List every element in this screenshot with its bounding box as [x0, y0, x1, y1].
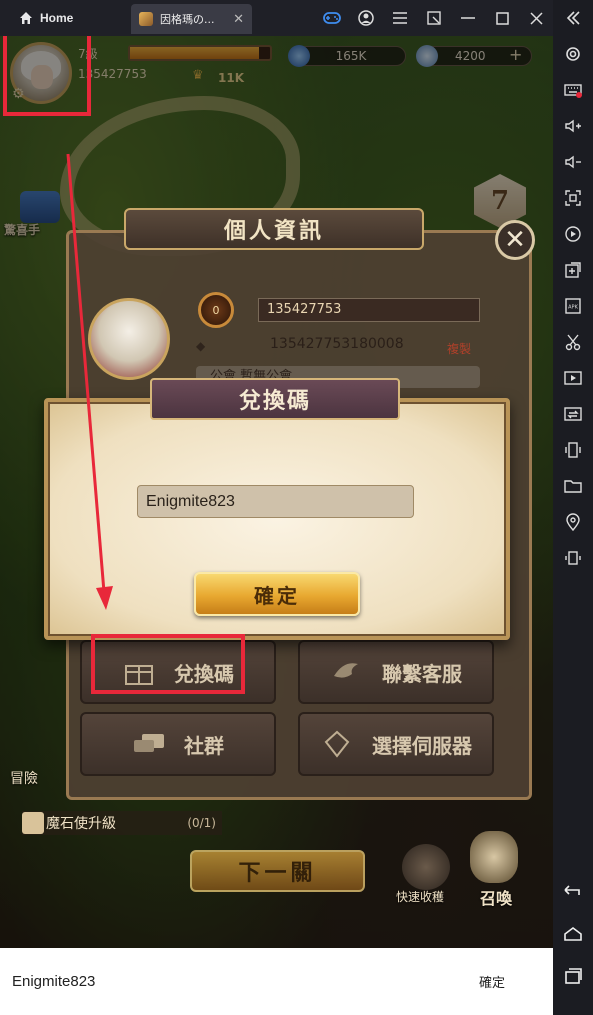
crystal-server-icon — [324, 730, 350, 758]
contact-support-button[interactable]: 聯繫客服 — [298, 640, 494, 704]
app-tab-label: 因格瑪の... — [160, 13, 215, 26]
copy-button[interactable]: 複製 — [447, 340, 471, 357]
quick-harvest-label: 快速收穫 — [396, 890, 445, 904]
window-controls — [315, 0, 553, 36]
summon-icon[interactable] — [470, 831, 518, 883]
collapse-icon[interactable] — [553, 0, 593, 36]
community-button[interactable]: 社群 — [80, 712, 276, 776]
ime-input-bar: Enigmite823 確定 — [0, 948, 553, 1015]
svg-text:APK: APK — [568, 305, 578, 311]
info-avatar — [88, 298, 170, 380]
rank-badge: 0 — [198, 292, 234, 328]
quest-label: 魔石使升級 — [46, 816, 116, 832]
folder-icon[interactable] — [553, 468, 593, 504]
apk-icon[interactable]: APK — [553, 288, 593, 324]
app-favicon-icon — [139, 12, 153, 26]
volume-down-icon[interactable] — [553, 144, 593, 180]
scroll-icon — [22, 812, 44, 834]
expand-icon[interactable] — [417, 0, 451, 36]
info-uid-number: 135427753180008 — [270, 336, 404, 352]
volume-up-icon[interactable] — [553, 108, 593, 144]
ime-confirm-button[interactable]: 確定 — [479, 972, 505, 991]
personal-info-title: 個人資訊 — [124, 208, 424, 250]
contact-support-label: 聯繫客服 — [382, 661, 462, 686]
screenshot-icon[interactable] — [553, 180, 593, 216]
diamond-icon: ◆ — [196, 339, 206, 353]
app-tab[interactable]: 因格瑪の... ✕ — [131, 4, 252, 34]
menu-icon[interactable] — [383, 0, 417, 36]
minimize-icon[interactable] — [451, 0, 485, 36]
settings-icon[interactable] — [553, 36, 593, 72]
annotation-box-avatar — [3, 36, 91, 116]
home-icon — [20, 12, 32, 24]
home-tab-label: Home — [40, 11, 74, 25]
sync-icon[interactable] — [553, 396, 593, 432]
keyboard-icon[interactable] — [553, 72, 593, 108]
quest-bar[interactable]: 魔石使升級 (0/1) — [22, 811, 222, 835]
summon-label: 召喚 — [480, 889, 513, 908]
title-bar: Home 因格瑪の... ✕ — [0, 0, 553, 36]
redeem-code-input[interactable]: Enigmite823 — [137, 485, 414, 518]
shake-icon[interactable] — [553, 432, 593, 468]
location-icon[interactable] — [553, 504, 593, 540]
confirm-button[interactable]: 確定 — [194, 572, 360, 616]
chat-icon — [134, 734, 164, 752]
tab-close-icon[interactable]: ✕ — [233, 12, 244, 27]
recents-icon[interactable] — [553, 958, 593, 994]
android-home-icon[interactable] — [553, 916, 593, 952]
ime-text[interactable]: Enigmite823 — [12, 973, 95, 990]
maximize-icon[interactable] — [485, 0, 519, 36]
game-viewport: ⚙ 7級 135427753 ♛ 11K 165K 4200 + 驚喜手 7 冒… — [0, 36, 553, 948]
quick-harvest-icon[interactable] — [402, 844, 450, 890]
cut-icon[interactable] — [553, 324, 593, 360]
back-icon[interactable] — [553, 872, 593, 908]
select-server-button[interactable]: 選擇伺服器 — [298, 712, 494, 776]
media-icon[interactable] — [553, 360, 593, 396]
redeem-dialog-title: 兌換碼 — [150, 378, 400, 420]
quest-count: (0/1) — [187, 816, 216, 830]
emulator-window: { "titlebar": { "home_label": "Home", "t… — [0, 0, 593, 1015]
install-icon[interactable] — [553, 252, 593, 288]
select-server-label: 選擇伺服器 — [372, 733, 472, 758]
close-window-icon[interactable] — [519, 0, 553, 36]
next-stage-button[interactable]: 下一關 — [190, 850, 365, 892]
community-label: 社群 — [184, 733, 224, 758]
annotation-box-redeem — [91, 634, 245, 694]
rotate-icon[interactable] — [553, 540, 593, 576]
info-player-id: 135427753 — [258, 298, 480, 322]
gamepad-icon[interactable] — [315, 0, 349, 36]
emulator-sidebar: APK — [553, 0, 593, 1015]
record-icon[interactable] — [553, 216, 593, 252]
bird-icon — [334, 663, 358, 678]
account-icon[interactable] — [349, 0, 383, 36]
adventure-label[interactable]: 冒險 — [10, 768, 38, 788]
close-icon[interactable]: ✕ — [495, 220, 535, 260]
home-tab[interactable]: Home — [0, 0, 126, 36]
